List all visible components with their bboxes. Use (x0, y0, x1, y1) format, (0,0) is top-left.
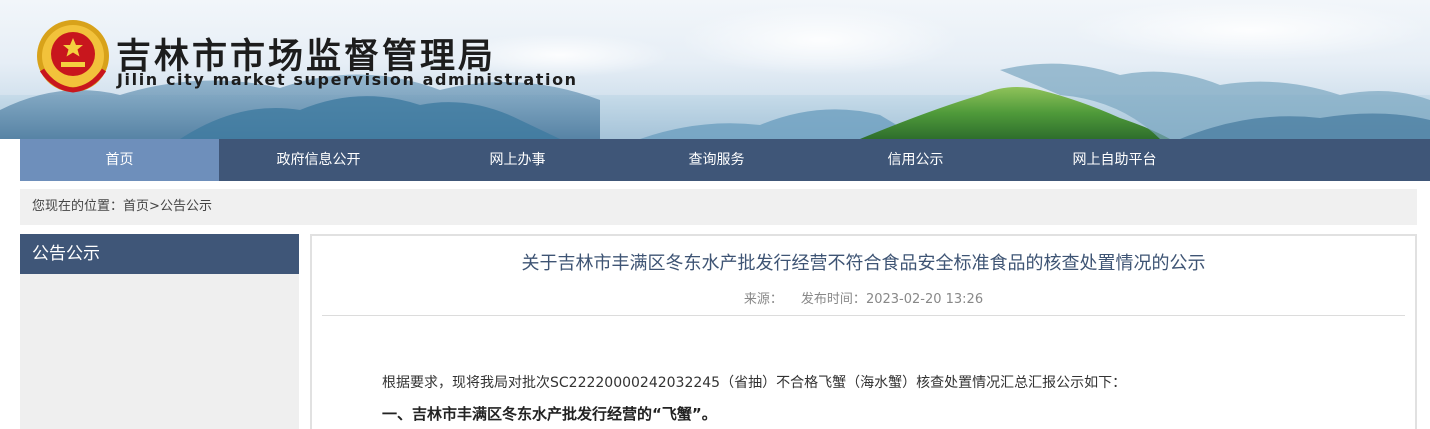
date-label: 发布时间： (800, 292, 866, 307)
article-meta: 来源： 发布时间：2023-02-20 13:26 (312, 288, 1415, 307)
nav-item-credit-disclosure[interactable]: 信用公示 (816, 139, 1015, 181)
sidebar-title[interactable]: 公告公示 (20, 234, 299, 274)
sidebar: 公告公示 (20, 234, 299, 429)
national-emblem-icon (34, 18, 112, 94)
breadcrumb-home-link[interactable]: 首页 (123, 199, 149, 214)
nav-item-online-services[interactable]: 网上办事 (418, 139, 617, 181)
main-nav: 首页 政府信息公开 网上办事 查询服务 信用公示 网上自助平台 (20, 139, 1430, 181)
divider (322, 315, 1405, 316)
header-banner: 吉林市市场监督管理局 Jilin city market supervision… (0, 0, 1430, 139)
source-label: 来源： (743, 292, 783, 307)
article-panel: 关于吉林市丰满区冬东水产批发行经营不符合食品安全标准食品的核查处置情况的公示 来… (310, 234, 1417, 429)
nav-item-home[interactable]: 首页 (20, 139, 219, 181)
nav-item-query-services[interactable]: 查询服务 (617, 139, 816, 181)
breadcrumb-current-link[interactable]: 公告公示 (160, 199, 212, 214)
nav-item-self-service[interactable]: 网上自助平台 (1015, 139, 1214, 181)
publish-date: 2023-02-20 13:26 (865, 292, 984, 307)
breadcrumb-prefix: 您现在的位置： (32, 199, 124, 214)
breadcrumb: 您现在的位置：首页>公告公示 (20, 189, 1417, 225)
article-paragraph: 根据要求，现将我局对批次SC22220000242032245（省抽）不合格飞蟹… (382, 375, 1127, 391)
article-section-heading: 一、吉林市丰满区冬东水产批发行经营的“飞蟹”。 (382, 405, 717, 423)
site-subtitle: Jilin city market supervision administra… (117, 70, 578, 89)
article-title: 关于吉林市丰满区冬东水产批发行经营不符合食品安全标准食品的核查处置情况的公示 (521, 253, 1206, 274)
breadcrumb-separator: > (149, 199, 160, 214)
nav-item-gov-info[interactable]: 政府信息公开 (219, 139, 418, 181)
